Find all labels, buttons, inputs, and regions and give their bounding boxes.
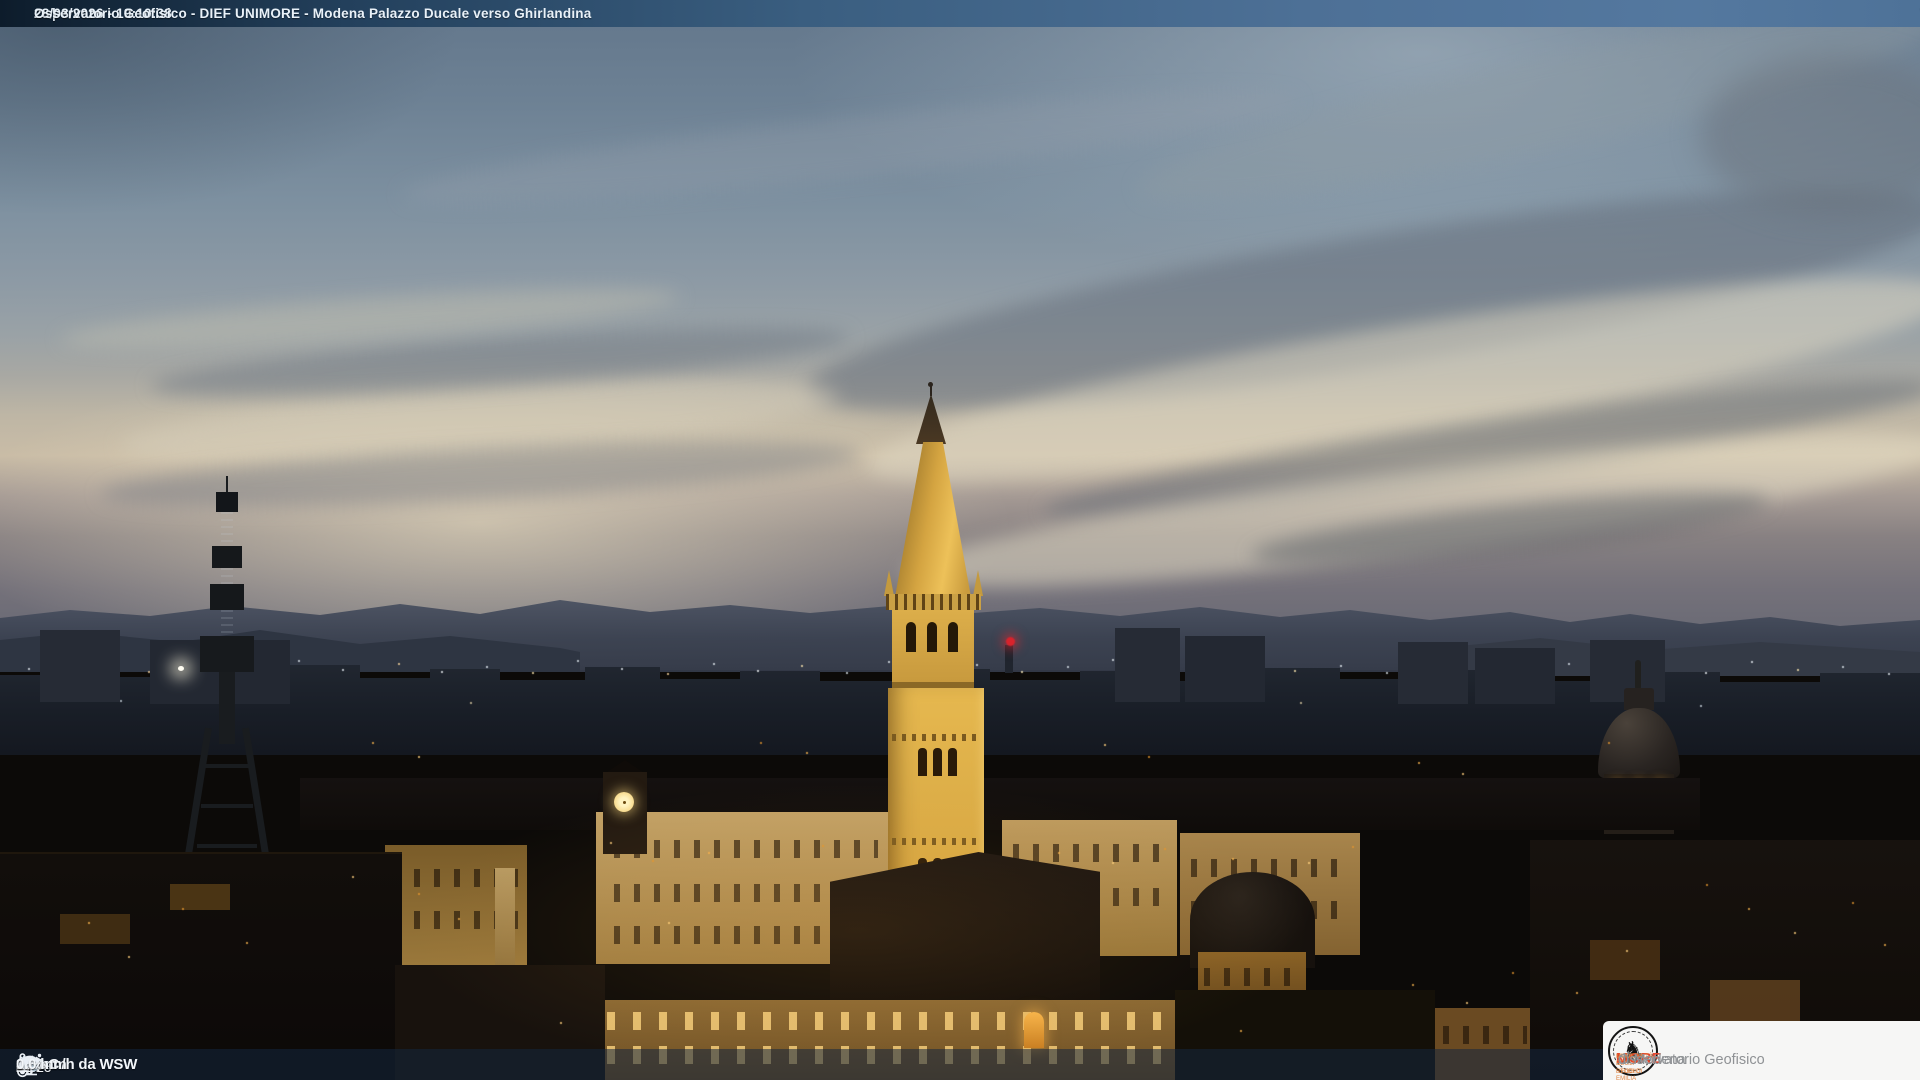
foreground-roof (830, 852, 1100, 1017)
pale-chimney (495, 868, 515, 968)
clock-tower (603, 760, 647, 854)
dome-cap (1598, 708, 1680, 778)
top-info-bar: 28/03/2026 - 19:10:38 | Osservatorio Geo… (0, 0, 1920, 27)
webcam-frame: 28/03/2026 - 19:10:38 | Osservatorio Geo… (0, 0, 1920, 1080)
apartment-block (1398, 642, 1468, 704)
telecom-antenna-tower (181, 476, 273, 878)
apartment-block (1475, 648, 1555, 704)
dome-statue (1635, 660, 1641, 690)
apartment-block (40, 630, 120, 702)
apartment-block (1115, 628, 1180, 702)
apartment-block (1185, 636, 1265, 702)
tower-pinnacle (916, 394, 946, 444)
dark-rooftops (0, 852, 402, 1080)
unimore-credit-box[interactable]: ♞ 1175 UNI MORE UNIVERSITÀ DEGLI STUDI DI… (1603, 1021, 1920, 1080)
dome-lantern (1624, 688, 1654, 710)
lit-arch-window (1024, 1012, 1044, 1048)
location-title: Osservatorio Geofisico - DIEF UNIMORE - … (34, 6, 592, 21)
tower-belfry (892, 610, 974, 688)
floodlight (178, 666, 184, 671)
tower-balustrade (886, 594, 981, 610)
tower-spire (895, 442, 971, 597)
